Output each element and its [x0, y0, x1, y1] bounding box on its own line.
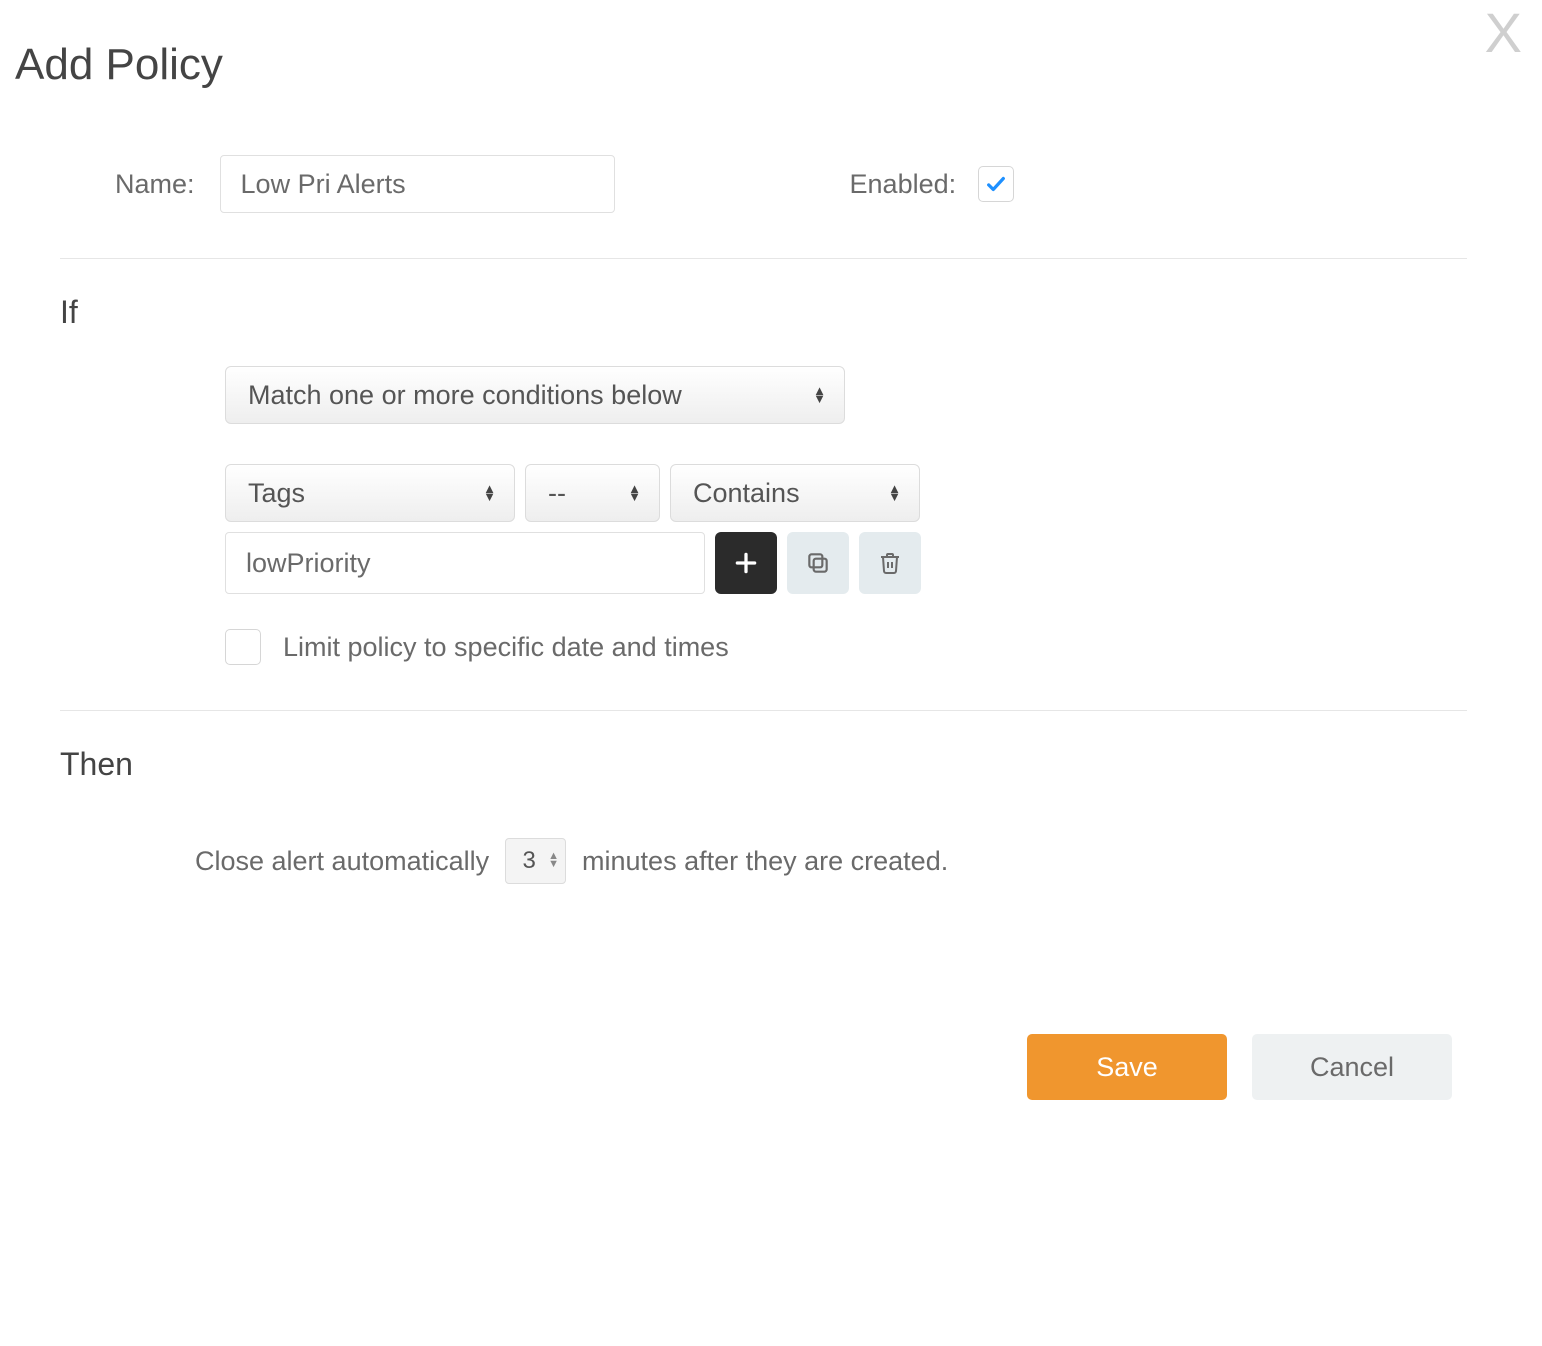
name-enabled-row: Name: Enabled: — [115, 155, 1512, 213]
condition-field-select[interactable]: Tags ▲▼ — [225, 464, 515, 522]
divider — [60, 258, 1467, 259]
check-icon — [985, 173, 1007, 195]
updown-icon: ▲▼ — [888, 485, 901, 501]
duplicate-condition-button[interactable] — [787, 532, 849, 594]
enabled-group: Enabled: — [850, 166, 1015, 202]
updown-icon: ▲▼ — [483, 485, 496, 501]
limit-label: Limit policy to specific date and times — [283, 632, 729, 663]
condition-row: Tags ▲▼ -- ▲▼ Contains ▲▼ — [225, 464, 1512, 522]
divider — [60, 710, 1467, 711]
dialog-footer: Save Cancel — [15, 1034, 1452, 1100]
condition-op-value: -- — [548, 478, 566, 509]
copy-icon — [805, 550, 831, 576]
minutes-stepper[interactable]: 3 ▲▼ — [505, 838, 566, 884]
close-icon[interactable]: X — [1485, 5, 1522, 61]
updown-icon: ▲▼ — [813, 387, 826, 403]
condition-comparator-value: Contains — [693, 478, 800, 509]
then-prefix: Close alert automatically — [195, 846, 489, 877]
minutes-value: 3 — [518, 847, 540, 875]
delete-condition-button[interactable] — [859, 532, 921, 594]
add-policy-dialog: X Add Policy Name: Enabled: If Match one… — [0, 0, 1542, 1346]
updown-icon: ▲▼ — [628, 485, 641, 501]
enabled-checkbox[interactable] — [978, 166, 1014, 202]
condition-comparator-select[interactable]: Contains ▲▼ — [670, 464, 920, 522]
name-label: Name: — [115, 169, 195, 200]
if-heading: If — [60, 294, 1512, 331]
then-suffix: minutes after they are created. — [582, 846, 948, 877]
limit-checkbox[interactable] — [225, 629, 261, 665]
if-body: Match one or more conditions below ▲▼ Ta… — [225, 366, 1512, 665]
add-condition-button[interactable] — [715, 532, 777, 594]
match-mode-select[interactable]: Match one or more conditions below ▲▼ — [225, 366, 845, 424]
condition-value-input[interactable] — [225, 532, 705, 594]
then-body: Close alert automatically 3 ▲▼ minutes a… — [195, 838, 1512, 884]
condition-value-row — [225, 532, 1512, 594]
name-input[interactable] — [220, 155, 615, 213]
dialog-title: Add Policy — [15, 40, 1512, 90]
condition-op-select[interactable]: -- ▲▼ — [525, 464, 660, 522]
stepper-arrows-icon: ▲▼ — [548, 853, 559, 868]
limit-row: Limit policy to specific date and times — [225, 629, 1512, 665]
match-mode-value: Match one or more conditions below — [248, 380, 682, 411]
then-heading: Then — [60, 746, 1512, 783]
cancel-button[interactable]: Cancel — [1252, 1034, 1452, 1100]
plus-icon — [733, 550, 759, 576]
trash-icon — [878, 551, 902, 575]
enabled-label: Enabled: — [850, 169, 957, 200]
save-button[interactable]: Save — [1027, 1034, 1227, 1100]
condition-field-value: Tags — [248, 478, 305, 509]
